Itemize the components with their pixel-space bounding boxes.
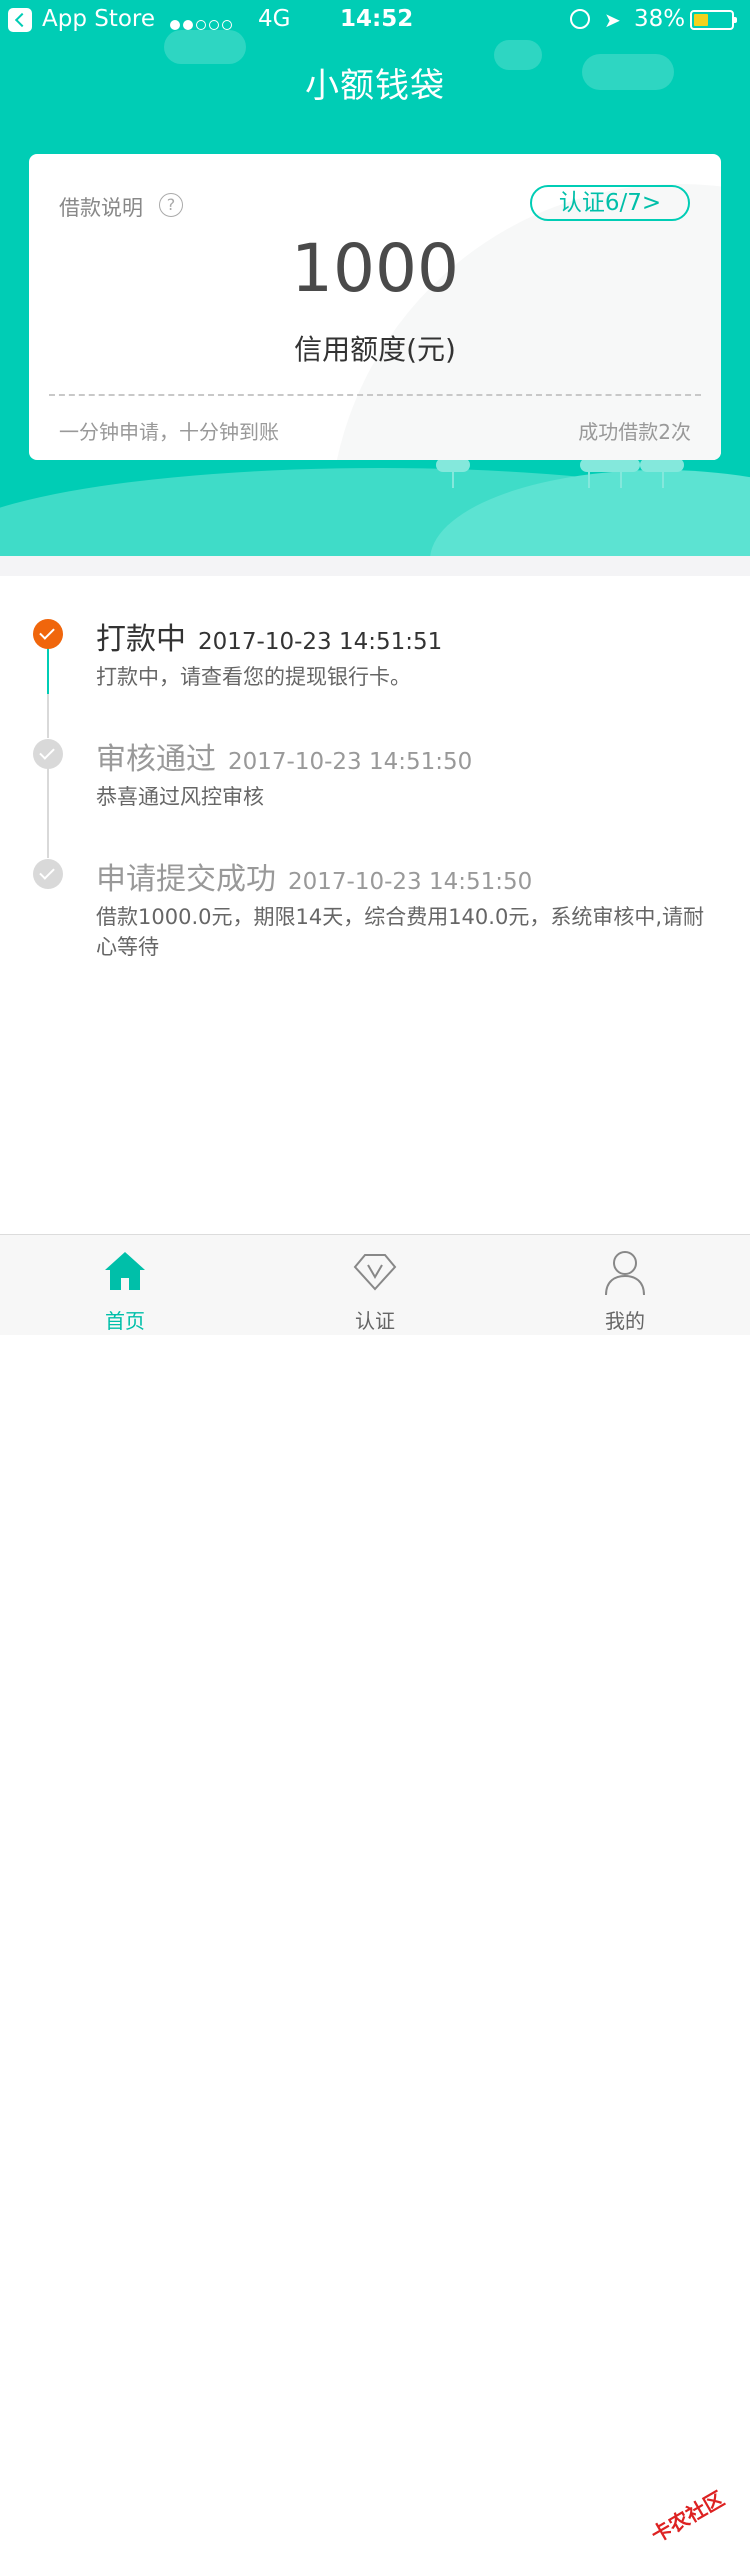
timeline-item-time: 2017-10-23 14:51:50	[228, 749, 473, 775]
page-title: 小额钱袋	[305, 66, 445, 106]
tab-label: 认证	[355, 1309, 395, 1333]
network-type: 4G	[258, 6, 291, 32]
credit-amount: 1000	[291, 230, 459, 307]
clock: 14:52	[340, 6, 414, 32]
status-check-icon	[33, 739, 63, 769]
timeline-item-desc: 借款1000.0元，期限14天，综合费用140.0元，系统审核中,请耐心等待	[96, 905, 704, 959]
tab-auth[interactable]: 认证	[250, 1235, 500, 1335]
timeline-item-title: 打款中 2017-10-23 14:51:51	[96, 622, 443, 657]
card-slogan: 一分钟申请，十分钟到账	[59, 420, 279, 444]
timeline-item-desc: 打款中，请查看您的提现银行卡。	[96, 665, 411, 689]
tab-bar: 首页 认证 我的 卡农社区	[0, 1234, 750, 2547]
back-app-icon[interactable]	[8, 8, 32, 32]
timeline-item-time: 2017-10-23 14:51:50	[288, 869, 533, 895]
timeline-connector	[47, 648, 49, 694]
tab-label: 我的	[605, 1309, 645, 1333]
loan-info-label[interactable]: 借款说明	[59, 192, 143, 222]
home-icon	[105, 1252, 145, 1290]
back-app-label[interactable]: App Store	[42, 6, 155, 32]
dashed-divider	[49, 394, 701, 396]
status-bar: App Store 4G 14:52 ➤ 38%	[0, 0, 750, 40]
auth-progress-button[interactable]: 认证6/7>	[530, 185, 690, 221]
tab-label: 首页	[105, 1309, 145, 1333]
signal-strength-icon	[170, 15, 235, 34]
status-check-icon	[33, 859, 63, 889]
header-banner: App Store 4G 14:52 ➤ 38% 小额钱袋 借款说明 ? 认证6…	[0, 0, 750, 556]
timeline-connector	[47, 768, 49, 858]
timeline-item-desc: 恭喜通过风控审核	[96, 785, 264, 809]
watermark-logo: 卡农社区	[647, 2486, 729, 2548]
diamond-v-icon	[353, 1254, 397, 1291]
section-separator	[0, 556, 750, 576]
location-arrow-icon: ➤	[604, 8, 621, 32]
battery-percent: 38%	[634, 6, 686, 32]
question-icon[interactable]: ?	[159, 193, 183, 217]
status-check-icon	[33, 619, 63, 649]
tab-mine[interactable]: 我的	[500, 1235, 750, 1335]
timeline-item-title: 审核通过 2017-10-23 14:51:50	[96, 742, 473, 777]
credit-amount-label: 信用额度(元)	[294, 333, 456, 366]
tab-home[interactable]: 首页	[0, 1235, 250, 1335]
timeline-connector	[47, 694, 49, 738]
battery-icon	[690, 10, 737, 30]
user-icon	[605, 1251, 645, 1296]
credit-card: 借款说明 ? 认证6/7> 1000 信用额度(元) 一分钟申请，十分钟到账 成…	[29, 154, 721, 460]
timeline-item-title: 申请提交成功 2017-10-23 14:51:50	[96, 862, 533, 897]
rotation-lock-icon	[570, 9, 590, 29]
timeline-item-time: 2017-10-23 14:51:51	[198, 629, 443, 655]
loan-count: 成功借款2次	[578, 420, 691, 444]
